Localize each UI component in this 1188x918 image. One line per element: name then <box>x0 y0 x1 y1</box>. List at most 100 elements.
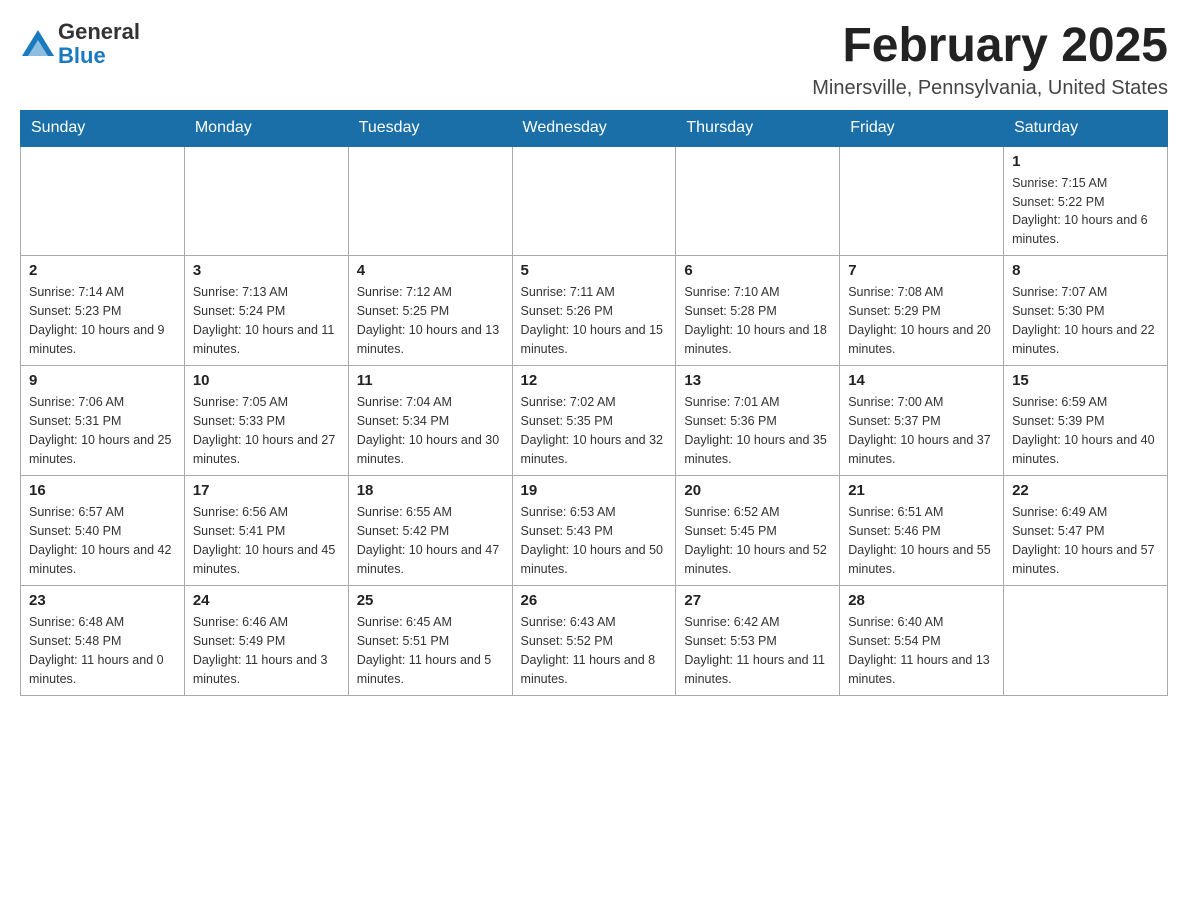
day-info: Sunrise: 7:07 AMSunset: 5:30 PMDaylight:… <box>1012 283 1159 358</box>
day-info: Sunrise: 7:04 AMSunset: 5:34 PMDaylight:… <box>357 393 504 468</box>
page-header: General Blue February 2025 Minersville, … <box>20 20 1168 100</box>
day-number: 26 <box>521 592 668 609</box>
day-number: 18 <box>357 482 504 499</box>
location-title: Minersville, Pennsylvania, United States <box>812 77 1168 100</box>
day-number: 20 <box>684 482 831 499</box>
day-info: Sunrise: 6:42 AMSunset: 5:53 PMDaylight:… <box>684 613 831 688</box>
calendar-week-row: 9Sunrise: 7:06 AMSunset: 5:31 PMDaylight… <box>21 366 1168 476</box>
calendar-cell: 10 Sunrise: 7:05 AMSunset: 5:33 PMDayligh… <box>184 366 348 476</box>
day-number: 9 <box>29 372 176 389</box>
day-info: Sunrise: 7:12 AMSunset: 5:25 PMDaylight:… <box>357 283 504 358</box>
day-number: 14 <box>848 372 995 389</box>
calendar-cell <box>512 146 676 256</box>
calendar-cell: 16 Sunrise: 6:57 AMSunset: 5:40 PMDayligh… <box>21 476 185 586</box>
day-number: 19 <box>521 482 668 499</box>
logo: General Blue <box>20 20 140 68</box>
day-info: Sunrise: 6:49 AMSunset: 5:47 PMDaylight:… <box>1012 503 1159 578</box>
day-number: 15 <box>1012 372 1159 389</box>
day-info: Sunrise: 6:40 AMSunset: 5:54 PMDaylight:… <box>848 613 995 688</box>
calendar-cell: 6 Sunrise: 7:10 AMSunset: 5:28 PMDaylight… <box>676 256 840 366</box>
calendar-cell: 27 Sunrise: 6:42 AMSunset: 5:53 PMDayligh… <box>676 586 840 696</box>
calendar-cell <box>21 146 185 256</box>
day-info: Sunrise: 7:05 AMSunset: 5:33 PMDaylight:… <box>193 393 340 468</box>
day-number: 7 <box>848 262 995 279</box>
calendar-cell: 4 Sunrise: 7:12 AMSunset: 5:25 PMDaylight… <box>348 256 512 366</box>
calendar-cell: 18Sunrise: 6:55 AMSunset: 5:42 PMDayligh… <box>348 476 512 586</box>
calendar-cell: 19 Sunrise: 6:53 AMSunset: 5:43 PMDayligh… <box>512 476 676 586</box>
day-number: 4 <box>357 262 504 279</box>
day-info: Sunrise: 6:53 AMSunset: 5:43 PMDaylight:… <box>521 503 668 578</box>
calendar-cell: 11 Sunrise: 7:04 AMSunset: 5:34 PMDayligh… <box>348 366 512 476</box>
day-number: 10 <box>193 372 340 389</box>
calendar-cell: 14 Sunrise: 7:00 AMSunset: 5:37 PMDayligh… <box>840 366 1004 476</box>
day-info: Sunrise: 6:57 AMSunset: 5:40 PMDaylight:… <box>29 503 176 578</box>
day-number: 2 <box>29 262 176 279</box>
month-title: February 2025 <box>812 20 1168 73</box>
calendar-cell: 9Sunrise: 7:06 AMSunset: 5:31 PMDaylight… <box>21 366 185 476</box>
calendar-cell <box>184 146 348 256</box>
day-info: Sunrise: 7:11 AMSunset: 5:26 PMDaylight:… <box>521 283 668 358</box>
calendar-week-row: 2 Sunrise: 7:14 AMSunset: 5:23 PMDaylight… <box>21 256 1168 366</box>
day-info: Sunrise: 6:48 AMSunset: 5:48 PMDaylight:… <box>29 613 176 688</box>
calendar-week-row: 23 Sunrise: 6:48 AMSunset: 5:48 PMDayligh… <box>21 586 1168 696</box>
weekday-header-row: SundayMondayTuesdayWednesdayThursdayFrid… <box>21 110 1168 146</box>
day-info: Sunrise: 7:01 AMSunset: 5:36 PMDaylight:… <box>684 393 831 468</box>
day-number: 28 <box>848 592 995 609</box>
calendar-cell: 21Sunrise: 6:51 AMSunset: 5:46 PMDayligh… <box>840 476 1004 586</box>
day-number: 11 <box>357 372 504 389</box>
weekday-header: Tuesday <box>348 110 512 146</box>
logo-blue: Blue <box>58 44 140 68</box>
day-number: 22 <box>1012 482 1159 499</box>
calendar-week-row: 1Sunrise: 7:15 AMSunset: 5:22 PMDaylight… <box>21 146 1168 256</box>
day-info: Sunrise: 7:00 AMSunset: 5:37 PMDaylight:… <box>848 393 995 468</box>
calendar-cell: 15 Sunrise: 6:59 AMSunset: 5:39 PMDayligh… <box>1004 366 1168 476</box>
day-number: 1 <box>1012 153 1159 170</box>
day-info: Sunrise: 7:13 AMSunset: 5:24 PMDaylight:… <box>193 283 340 358</box>
calendar-cell: 13 Sunrise: 7:01 AMSunset: 5:36 PMDayligh… <box>676 366 840 476</box>
calendar-cell: 23 Sunrise: 6:48 AMSunset: 5:48 PMDayligh… <box>21 586 185 696</box>
weekday-header: Saturday <box>1004 110 1168 146</box>
day-number: 8 <box>1012 262 1159 279</box>
day-info: Sunrise: 6:59 AMSunset: 5:39 PMDaylight:… <box>1012 393 1159 468</box>
day-info: Sunrise: 7:02 AMSunset: 5:35 PMDaylight:… <box>521 393 668 468</box>
day-number: 12 <box>521 372 668 389</box>
day-number: 13 <box>684 372 831 389</box>
calendar-week-row: 16 Sunrise: 6:57 AMSunset: 5:40 PMDayligh… <box>21 476 1168 586</box>
weekday-header: Friday <box>840 110 1004 146</box>
day-number: 16 <box>29 482 176 499</box>
calendar-cell: 24 Sunrise: 6:46 AMSunset: 5:49 PMDayligh… <box>184 586 348 696</box>
day-info: Sunrise: 6:45 AMSunset: 5:51 PMDaylight:… <box>357 613 504 688</box>
day-info: Sunrise: 7:14 AMSunset: 5:23 PMDaylight:… <box>29 283 176 358</box>
weekday-header: Thursday <box>676 110 840 146</box>
day-info: Sunrise: 6:43 AMSunset: 5:52 PMDaylight:… <box>521 613 668 688</box>
day-info: Sunrise: 6:46 AMSunset: 5:49 PMDaylight:… <box>193 613 340 688</box>
day-number: 5 <box>521 262 668 279</box>
calendar-cell: 8 Sunrise: 7:07 AMSunset: 5:30 PMDaylight… <box>1004 256 1168 366</box>
calendar-cell: 20Sunrise: 6:52 AMSunset: 5:45 PMDayligh… <box>676 476 840 586</box>
calendar-cell <box>840 146 1004 256</box>
day-number: 25 <box>357 592 504 609</box>
day-number: 27 <box>684 592 831 609</box>
calendar-cell: 28 Sunrise: 6:40 AMSunset: 5:54 PMDayligh… <box>840 586 1004 696</box>
day-info: Sunrise: 6:56 AMSunset: 5:41 PMDaylight:… <box>193 503 340 578</box>
calendar-cell: 5 Sunrise: 7:11 AMSunset: 5:26 PMDaylight… <box>512 256 676 366</box>
calendar-cell: 22 Sunrise: 6:49 AMSunset: 5:47 PMDayligh… <box>1004 476 1168 586</box>
day-number: 3 <box>193 262 340 279</box>
calendar-cell: 12 Sunrise: 7:02 AMSunset: 5:35 PMDayligh… <box>512 366 676 476</box>
calendar-cell: 2 Sunrise: 7:14 AMSunset: 5:23 PMDaylight… <box>21 256 185 366</box>
weekday-header: Wednesday <box>512 110 676 146</box>
calendar-table: SundayMondayTuesdayWednesdayThursdayFrid… <box>20 110 1168 697</box>
day-number: 6 <box>684 262 831 279</box>
day-number: 24 <box>193 592 340 609</box>
calendar-cell <box>1004 586 1168 696</box>
day-info: Sunrise: 7:10 AMSunset: 5:28 PMDaylight:… <box>684 283 831 358</box>
day-info: Sunrise: 7:08 AMSunset: 5:29 PMDaylight:… <box>848 283 995 358</box>
calendar-cell: 17Sunrise: 6:56 AMSunset: 5:41 PMDayligh… <box>184 476 348 586</box>
logo-icon <box>20 26 56 62</box>
calendar-cell <box>348 146 512 256</box>
title-section: February 2025 Minersville, Pennsylvania,… <box>812 20 1168 100</box>
calendar-cell: 3 Sunrise: 7:13 AMSunset: 5:24 PMDaylight… <box>184 256 348 366</box>
day-number: 23 <box>29 592 176 609</box>
calendar-cell: 26 Sunrise: 6:43 AMSunset: 5:52 PMDayligh… <box>512 586 676 696</box>
logo-general: General <box>58 20 140 44</box>
